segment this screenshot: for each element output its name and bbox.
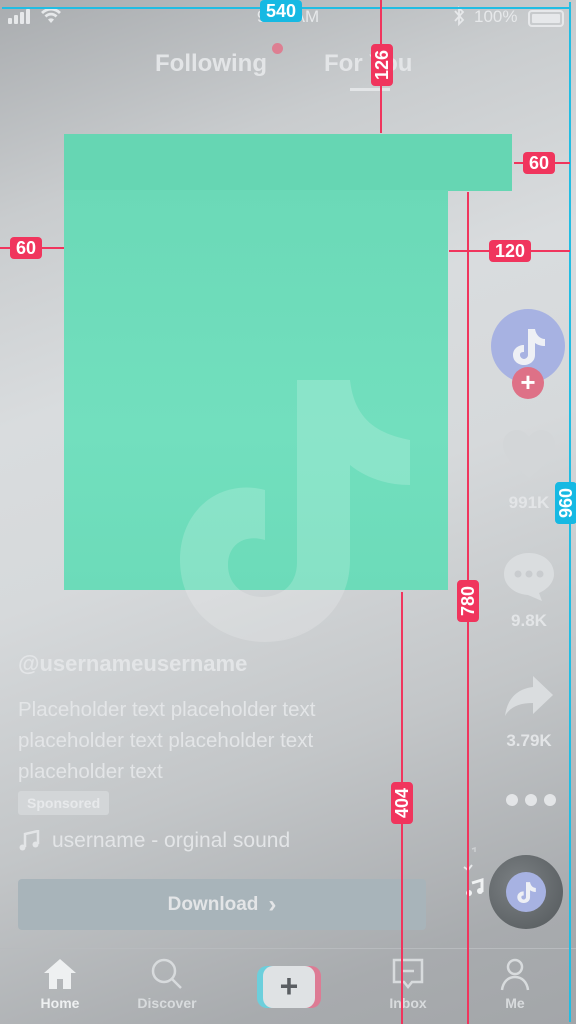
chevron-right-icon: › (268, 890, 277, 918)
search-icon (151, 958, 182, 989)
battery-icon (528, 10, 564, 27)
shares-count: 3.79K (506, 731, 552, 750)
music-notes-icon (460, 845, 488, 910)
comment-button[interactable] (498, 550, 560, 602)
bluetooth-icon (452, 5, 466, 31)
nav-inbox[interactable]: Inbox (368, 957, 448, 1011)
like-button[interactable] (498, 428, 560, 480)
share-icon (505, 676, 553, 716)
nav-me-label: Me (505, 995, 525, 1011)
measure-bottom-badge: 404 (391, 782, 413, 825)
create-button[interactable]: + (257, 966, 321, 1008)
battery-percentage: 100% (474, 7, 518, 26)
nav-inbox-label: Inbox (389, 995, 427, 1011)
dot-icon (506, 794, 518, 806)
music-note-icon (19, 830, 40, 851)
sound-row[interactable]: username - orginal sound (18, 829, 290, 853)
share-button[interactable] (498, 674, 560, 718)
sound-name: username - orginal sound (52, 829, 291, 852)
active-tab-indicator (350, 88, 390, 91)
tiktok-logo-icon (517, 882, 536, 903)
inbox-icon (392, 958, 424, 990)
content-area-top (64, 134, 512, 191)
measure-height-badge: 960 (555, 482, 576, 525)
measure-content-badge: 780 (457, 580, 479, 623)
home-icon (44, 959, 76, 989)
nav-me[interactable]: Me (475, 957, 555, 1011)
download-label: Download (167, 893, 259, 915)
measure-width-badge: 540 (260, 0, 303, 22)
nav-discover[interactable]: Discover (127, 957, 207, 1011)
post-caption: Placeholder text placeholder text placeh… (18, 698, 316, 783)
follow-button[interactable]: + (512, 367, 544, 399)
tab-following[interactable]: Following (155, 50, 267, 78)
sponsored-badge: Sponsored (18, 791, 110, 815)
tiktok-watermark-icon (165, 375, 425, 645)
sound-disc[interactable] (489, 855, 563, 929)
nav-home-label: Home (40, 995, 80, 1011)
notification-dot (272, 43, 283, 54)
profile-icon (500, 958, 530, 991)
tiktok-logo-icon (513, 329, 545, 365)
plus-icon: + (263, 966, 315, 1008)
nav-discover-label: Discover (137, 995, 197, 1011)
measure-right-top-badge: 60 (523, 152, 556, 174)
dot-icon (544, 794, 556, 806)
nav-home[interactable]: Home (20, 957, 100, 1011)
tab-for-you[interactable]: For You (324, 50, 412, 78)
measure-left-badge: 60 (10, 237, 43, 259)
download-button[interactable]: Download › (18, 879, 426, 930)
dot-icon (525, 794, 537, 806)
measure-right-badge: 120 (489, 240, 532, 262)
comments-count: 9.8K (511, 611, 547, 630)
more-options-button[interactable] (506, 794, 556, 806)
comment-icon (504, 553, 554, 601)
post-username[interactable]: @usernameusername (18, 651, 247, 677)
heart-icon (503, 430, 555, 478)
measure-top-badge: 126 (371, 44, 393, 87)
